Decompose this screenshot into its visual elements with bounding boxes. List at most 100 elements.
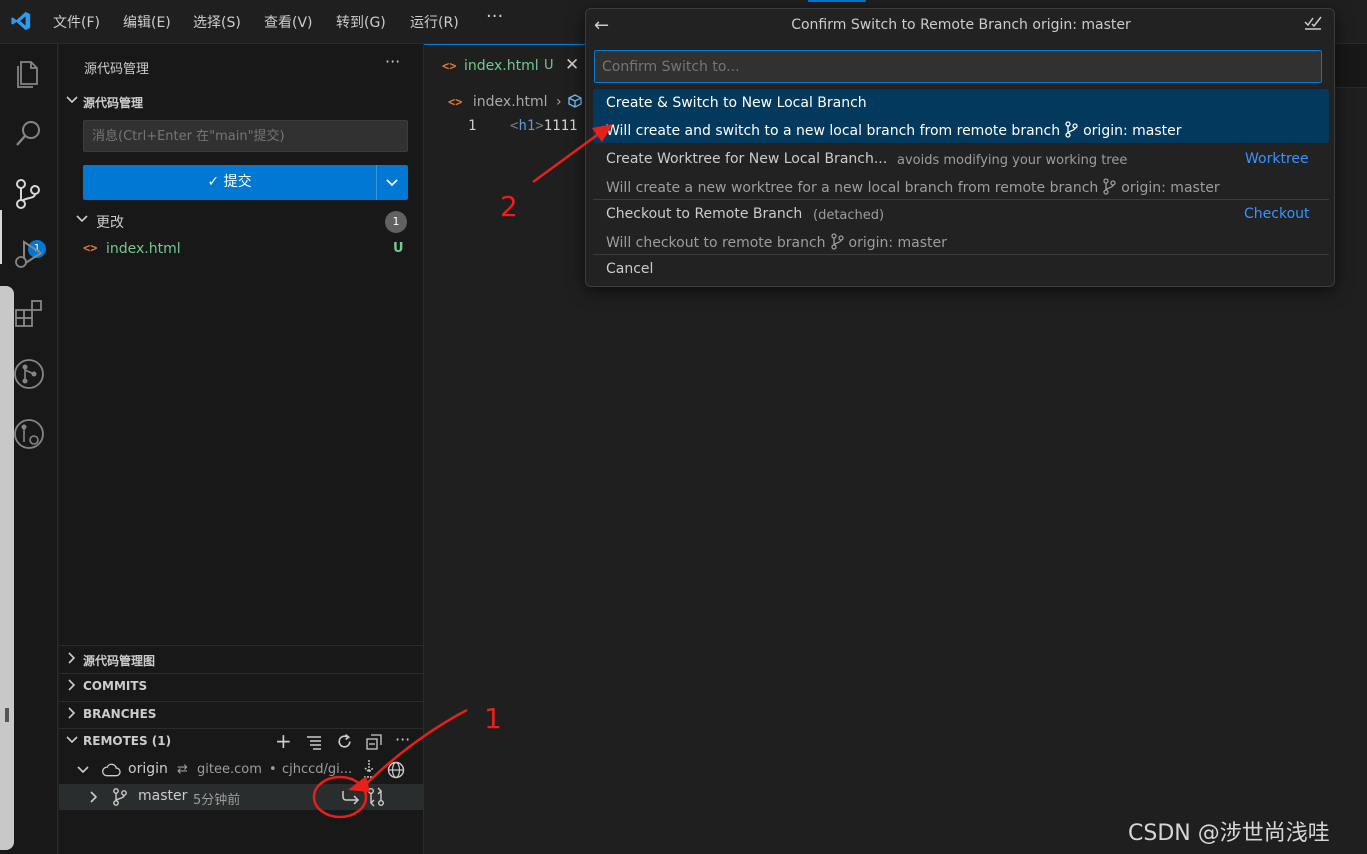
scm-section-label: 源代码管理 xyxy=(83,96,144,110)
menu-view[interactable]: 查看(V) xyxy=(264,12,313,32)
code-line[interactable]: <h1>1111 xyxy=(510,118,577,134)
search-icon[interactable] xyxy=(12,116,46,150)
menu-selection[interactable]: 选择(S) xyxy=(193,12,241,32)
compare-changes-icon[interactable] xyxy=(367,787,385,807)
changed-file-name: index.html xyxy=(106,241,181,257)
changes-count-badge: 1 xyxy=(385,211,407,233)
code-bracket: > xyxy=(535,118,544,134)
commits-section-header[interactable]: COMMITS xyxy=(59,674,423,700)
scm-section-header[interactable]: 源代码管理 xyxy=(59,89,423,115)
branch-name: master xyxy=(138,788,188,804)
worktree-link[interactable]: Worktree xyxy=(1245,151,1309,167)
changed-file-row[interactable]: <> index.html U xyxy=(59,236,423,262)
menu-go[interactable]: 转到(G) xyxy=(336,12,386,32)
changes-label: 更改 xyxy=(96,215,124,231)
chevron-down-icon xyxy=(66,96,78,104)
changes-header[interactable]: 更改 xyxy=(59,208,423,234)
graph-section-header[interactable]: 源代码管理图 xyxy=(59,647,423,673)
menu-more-button[interactable]: ··· xyxy=(486,6,503,27)
globe-icon[interactable] xyxy=(387,761,405,779)
fetch-icon[interactable] xyxy=(361,759,377,779)
tab-close-icon[interactable]: ✕ xyxy=(565,55,579,75)
remote-path: cjhccd/gi... xyxy=(282,762,353,777)
commits-section-label: COMMITS xyxy=(83,679,148,693)
git-graph-icon[interactable] xyxy=(12,357,46,391)
editor-tab-index-html[interactable]: <> index.html U ✕ xyxy=(424,44,594,88)
bullet-separator: • xyxy=(269,762,277,777)
remotes-more-button[interactable]: ··· xyxy=(395,730,410,749)
option-label: Create Worktree for New Local Branch... xyxy=(606,151,888,167)
vscode-logo-icon xyxy=(11,11,31,31)
html-file-icon: <> xyxy=(448,95,463,109)
code-text: 1111 xyxy=(543,118,578,134)
option-create-switch-local-branch[interactable]: Create & Switch to New Local Branch Will… xyxy=(593,89,1329,143)
breadcrumb[interactable]: <> index.html › xyxy=(448,94,582,110)
commit-message-input[interactable] xyxy=(83,120,408,152)
confirm-switch-quick-pick: ← Confirm Switch to Remote Branch origin… xyxy=(585,8,1335,287)
scrollbar-grip xyxy=(5,708,9,722)
active-indicator xyxy=(0,210,2,264)
graph-section-label: 源代码管理图 xyxy=(83,654,156,668)
option-detail: Will create and switch to a new local br… xyxy=(606,121,1182,139)
left-edge-scrollbar[interactable] xyxy=(0,286,14,850)
tab-status-untracked: U xyxy=(544,58,554,73)
branches-section-label: BRANCHES xyxy=(83,707,157,721)
extensions-icon[interactable] xyxy=(12,297,46,331)
option-label: Checkout to Remote Branch xyxy=(606,206,803,222)
switch-to-branch-icon[interactable] xyxy=(341,788,361,806)
option-description: avoids modifying your working tree xyxy=(897,153,1128,168)
chevron-right-icon xyxy=(90,791,98,803)
source-control-sidebar: 源代码管理 ··· 源代码管理 ✓ 提交 更改 1 <> index.html … xyxy=(59,44,424,854)
annotation-step-2: 2 xyxy=(500,190,518,223)
breadcrumb-file[interactable]: index.html xyxy=(473,94,548,110)
check-all-icon[interactable] xyxy=(1304,15,1322,31)
chevron-right-icon xyxy=(68,679,76,691)
remotes-section-header[interactable]: REMOTES (1) + ··· xyxy=(59,729,423,755)
explorer-icon[interactable] xyxy=(12,56,46,90)
sync-arrows-icon: ⇄ xyxy=(177,762,188,777)
sidebar-more-button[interactable]: ··· xyxy=(385,52,400,71)
collapse-all-icon[interactable] xyxy=(366,734,382,750)
option-checkout-remote-branch[interactable]: Checkout to Remote Branch (detached) Che… xyxy=(593,200,1329,254)
git-branch-icon xyxy=(1103,178,1116,195)
checkout-link[interactable]: Checkout xyxy=(1244,206,1310,222)
commit-button[interactable]: ✓ 提交 xyxy=(83,165,376,200)
chevron-down-icon xyxy=(76,215,88,223)
list-view-icon[interactable] xyxy=(306,734,322,750)
option-description: (detached) xyxy=(813,208,885,223)
sidebar-title: 源代码管理 xyxy=(84,62,150,77)
source-control-icon[interactable] xyxy=(12,177,46,211)
file-status-untracked: U xyxy=(393,241,404,256)
breadcrumb-chevron-icon: › xyxy=(556,94,562,110)
tab-label: index.html xyxy=(464,58,539,74)
line-number: 1 xyxy=(468,118,477,134)
code-tag: h1 xyxy=(518,118,536,134)
chevron-down-icon xyxy=(66,736,78,744)
commit-options-dropdown[interactable] xyxy=(376,165,408,200)
refresh-icon[interactable] xyxy=(336,733,353,750)
html-file-icon: <> xyxy=(442,59,457,73)
option-detail: Will checkout to remote branch origin: ma… xyxy=(606,233,947,251)
remote-host: gitee.com xyxy=(197,762,262,777)
menu-file[interactable]: 文件(F) xyxy=(53,12,100,32)
option-label: Cancel xyxy=(606,261,654,277)
option-create-worktree[interactable]: Create Worktree for New Local Branch... … xyxy=(593,145,1329,199)
run-debug-icon[interactable] xyxy=(12,237,46,271)
menu-run[interactable]: 运行(R) xyxy=(410,12,459,32)
quick-pick-input[interactable] xyxy=(594,50,1322,83)
html-file-icon: <> xyxy=(83,241,98,255)
git-branch-icon xyxy=(1065,121,1078,138)
menu-edit[interactable]: 编辑(E) xyxy=(123,12,171,32)
add-remote-button[interactable]: + xyxy=(275,729,292,753)
git-lens-icon[interactable] xyxy=(12,417,46,451)
option-cancel[interactable]: Cancel xyxy=(593,256,1329,282)
branches-section-header[interactable]: BRANCHES xyxy=(59,702,423,728)
symbol-element-icon[interactable] xyxy=(568,94,582,108)
remote-origin-row[interactable]: origin ⇄ gitee.com • cjhccd/gi... xyxy=(59,757,423,783)
remote-branch-master-row[interactable]: master 5分钟前 xyxy=(59,784,423,810)
watermark: CSDN @涉世尚浅哇 xyxy=(1128,821,1330,846)
annotation-step-1: 1 xyxy=(484,702,502,735)
option-detail: Will create a new worktree for a new loc… xyxy=(606,178,1220,196)
divider xyxy=(59,645,423,646)
remote-name: origin xyxy=(128,761,168,777)
